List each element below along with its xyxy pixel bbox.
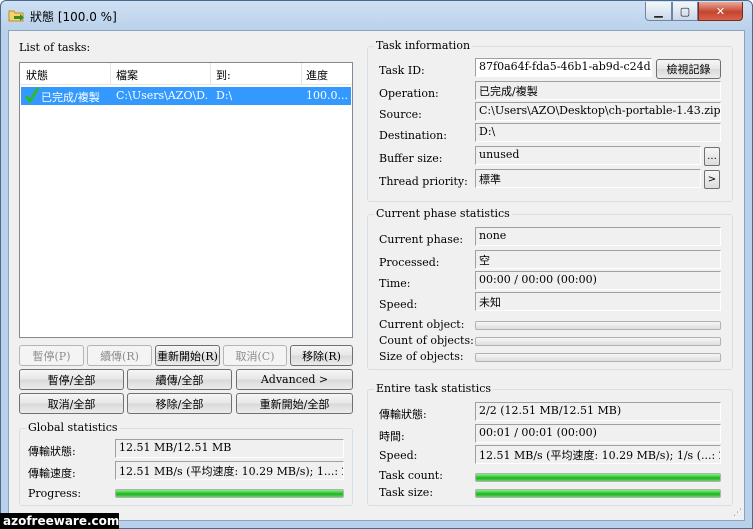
source-label: Source: [379,108,422,121]
size-of-objects-progress [475,353,721,362]
global-progress-bar [115,489,344,498]
resume-all-button[interactable]: 續傳/全部 [127,369,232,390]
task-count-label: Task count: [379,469,443,482]
entire-time-field: 00:01 / 00:01 (00:00) [475,424,721,443]
entire-transfer-label: 傳輸狀態: [379,408,427,421]
global-transfer-label: 傳輸狀態: [28,445,76,458]
task-size-label: Task size: [379,486,434,499]
minimize-icon: ▁ [654,4,663,18]
task-count-progress [475,473,721,482]
column-progress[interactable]: 進度 [306,67,328,83]
restart-button[interactable]: 重新開始(R) [155,345,220,366]
current-phase-label: Current phase: [379,233,464,246]
column-file[interactable]: 檔案 [116,67,138,83]
task-list-header: 狀態 檔案 到: 進度 [20,63,352,85]
task-id-field[interactable]: 87f0a64f-fda5-46b1-ab9d-c24d6c3 [475,58,652,77]
resume-button[interactable]: 續傳(R) [87,345,152,366]
thread-priority-field: 標準 [475,169,701,188]
cancel-button[interactable]: 取消(C) [223,345,287,366]
buffer-settings-button[interactable]: ... [704,147,720,166]
column-destination[interactable]: 到: [216,67,231,83]
task-id-label: Task ID: [379,64,425,77]
advanced-button[interactable]: Advanced > [236,369,353,390]
restart-all-button[interactable]: 重新開始/全部 [236,393,353,414]
check-icon [25,87,39,106]
global-speed-value: 12.51 MB/s (平均速度: 10.29 MB/s); 1...: 2/s… [115,461,344,480]
phase-time-label: Time: [379,277,411,290]
global-progress-label: Progress: [28,487,82,500]
processed-field: 空 [475,250,721,269]
pause-all-button[interactable]: 暫停/全部 [19,369,124,390]
destination-label: Destination: [379,129,447,142]
entire-time-label: 時間: [379,430,405,443]
remove-button[interactable]: 移除(R) [290,345,353,366]
row-status: 已完成/複製 [41,91,100,104]
cancel-all-button[interactable]: 取消/全部 [19,393,124,414]
entire-speed-field: 12.51 MB/s (平均速度: 10.29 MB/s); 1/s (...:… [475,445,721,464]
tasks-heading: List of tasks: [19,41,91,54]
thread-priority-label: Thread priority: [379,175,468,188]
destination-field: D:\ [475,123,721,142]
phase-stats-title: Current phase statistics [374,207,512,220]
row-destination: D:\ [216,89,233,102]
phase-speed-field: 未知 [475,292,721,311]
count-of-objects-label: Count of objects: [379,334,474,347]
operation-label: Operation: [379,87,439,100]
global-speed-label: 傳輸速度: [28,467,76,480]
task-size-progress [475,489,721,498]
phase-time-field: 00:00 / 00:00 (00:00) [475,271,721,290]
folder-arrow-icon [8,7,26,23]
column-status[interactable]: 狀態 [26,67,48,83]
entire-speed-label: Speed: [379,449,418,462]
task-size-fill [476,490,720,497]
thread-priority-button[interactable]: > [704,170,720,189]
close-icon: ✕ [715,4,726,18]
window-title: 狀態 [100.0 %] [30,10,117,24]
pause-button[interactable]: 暫停(P) [19,345,84,366]
close-button[interactable]: ✕ [698,2,743,21]
current-phase-field: none [475,227,721,246]
buffer-size-field: unused [475,146,701,165]
table-row[interactable]: 已完成/複製 C:\Users\AZO\D... D:\ 100.0... [21,87,351,105]
count-of-objects-progress [475,337,721,346]
row-file: C:\Users\AZO\D... [116,89,208,102]
operation-field: 已完成/複製 [475,81,721,100]
size-of-objects-label: Size of objects: [379,350,464,363]
global-stats-title: Global statistics [26,421,120,434]
buffer-size-label: Buffer size: [379,152,443,165]
processed-label: Processed: [379,256,440,269]
entire-stats-title: Entire task statistics [374,382,494,395]
global-progress-fill [116,490,343,497]
row-progress: 100.0... [306,89,348,102]
current-object-label: Current object: [379,318,465,331]
global-transfer-value: 12.51 MB/12.51 MB [115,439,344,458]
source-field: C:\Users\AZO\Desktop\ch-portable-1.43.zi… [475,102,721,121]
maximize-button[interactable]: ▢ [672,2,698,21]
resize-grip-icon[interactable]: ⋰ [733,508,742,518]
entire-transfer-field: 2/2 (12.51 MB/12.51 MB) [475,402,721,421]
title-bar[interactable]: 狀態 [100.0 %] ▁ ▢ ✕ [1,1,752,31]
minimize-button[interactable]: ▁ [645,2,672,21]
maximize-icon: ▢ [679,4,691,18]
phase-speed-label: Speed: [379,298,418,311]
task-count-fill [476,474,720,481]
current-object-progress [475,321,721,330]
task-list[interactable]: 狀態 檔案 到: 進度 已完成/複製 C:\Users\AZO\D... D:\… [19,62,353,338]
view-log-button[interactable]: 檢視記錄 [656,59,721,79]
watermark: azofreeware.com [0,513,119,529]
remove-all-button[interactable]: 移除/全部 [127,393,232,414]
task-info-title: Task information [374,39,473,52]
